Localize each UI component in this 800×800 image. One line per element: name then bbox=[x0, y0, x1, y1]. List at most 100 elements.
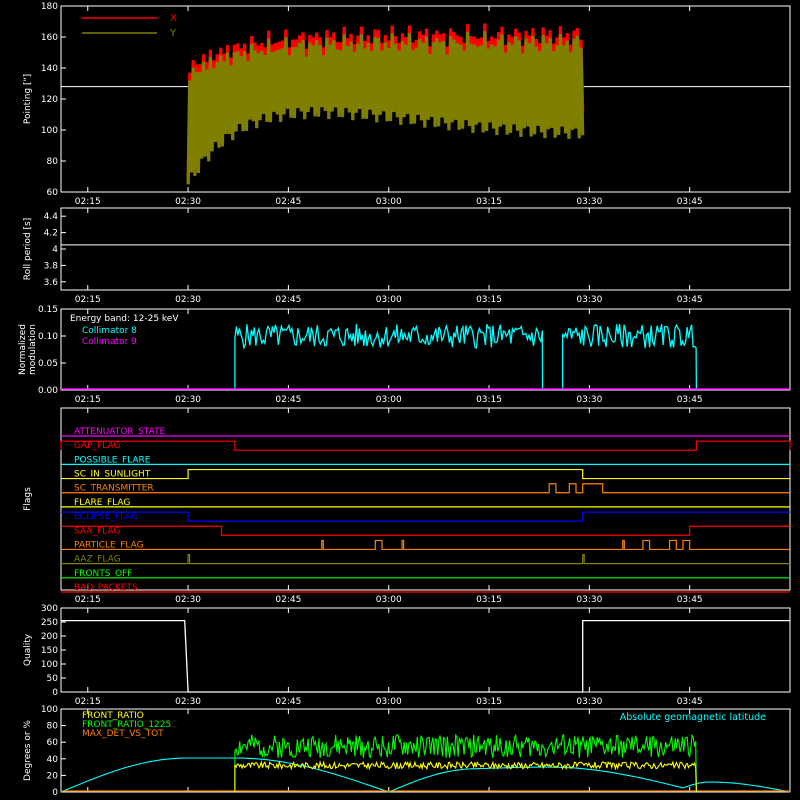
quality-ytick-label: 0 bbox=[52, 688, 58, 698]
roll-xtick-label: 02:30 bbox=[175, 295, 201, 305]
roll-xtick-label: 02:15 bbox=[75, 295, 101, 305]
flags-xtick-label: 03:45 bbox=[677, 595, 703, 605]
quality-xtick-label: 03:30 bbox=[576, 697, 602, 707]
quality-ytick-label: 50 bbox=[47, 674, 59, 684]
quality-ytick-label: 250 bbox=[41, 618, 58, 628]
modulation-series-collimator-8 bbox=[234, 323, 698, 391]
ratios-ytick-label: 60 bbox=[47, 738, 59, 748]
quality-ylabel: Quality bbox=[23, 633, 33, 666]
figure: 02:15 02:30 02:45 03:00 03:15 03:30 03:45 60 80 1… bbox=[18, 2, 791, 798]
quality-series bbox=[61, 619, 790, 693]
quality-ytick-label: 150 bbox=[41, 646, 58, 656]
modulation-xtick-label: 02:15 bbox=[75, 395, 101, 405]
flag-label: PARTICLE_FLAG bbox=[74, 540, 144, 550]
pointing-xtick-label: 02:30 bbox=[175, 197, 201, 207]
roll-frame bbox=[60, 207, 791, 291]
roll-xtick-label: 03:30 bbox=[576, 295, 602, 305]
roll-ytick-label: 3.6 bbox=[44, 278, 59, 288]
pointing-xtick-label: 02:45 bbox=[275, 197, 301, 207]
roll-ytick-label: 4.4 bbox=[44, 212, 59, 222]
flag-label: AAZ_FLAG bbox=[74, 555, 121, 565]
modulation-xtick-label: 03:45 bbox=[677, 395, 703, 405]
pointing-legend-label: Y bbox=[169, 28, 177, 39]
roll-xtick-label: 03:45 bbox=[677, 295, 703, 305]
quality-ytick-label: 300 bbox=[41, 604, 58, 614]
flags-frame bbox=[60, 407, 791, 591]
flags-xtick-label: 03:15 bbox=[476, 595, 502, 605]
modulation-xtick-label: 02:30 bbox=[175, 395, 201, 405]
quality-xtick-label: 02:15 bbox=[75, 697, 101, 707]
ratios-ytick-label: 0 bbox=[52, 788, 58, 798]
modulation-ylabel: Normalized bbox=[18, 324, 28, 375]
flags-xtick-label: 02:15 bbox=[75, 595, 101, 605]
flag-line-sc-in-sunlight bbox=[61, 468, 790, 480]
flag-line-aaz-flag bbox=[61, 554, 790, 565]
modulation-xtick-label: 02:45 bbox=[275, 395, 301, 405]
ratios-legend-label: MAX_DET_VS_TOT bbox=[82, 729, 164, 739]
flag-label: GAP_FLAG bbox=[74, 441, 120, 451]
pointing-ytick-label: 120 bbox=[41, 95, 58, 105]
quality-xtick-label: 03:00 bbox=[376, 697, 402, 707]
ratios-annotation: Absolute geomagnetic latitude bbox=[620, 712, 766, 723]
modulation-legend-label: Collimator 9 bbox=[82, 337, 137, 347]
quality-xtick-label: 03:45 bbox=[677, 697, 703, 707]
pointing-ytick-label: 160 bbox=[41, 33, 58, 43]
quality-ytick-label: 100 bbox=[41, 660, 58, 670]
modulation-ytick-label: 0.15 bbox=[38, 305, 58, 315]
pointing-ytick-label: 80 bbox=[47, 157, 59, 167]
ratios-ylabel: Degrees or % bbox=[23, 720, 33, 781]
flag-label: FLARE_FLAG bbox=[74, 498, 130, 508]
pointing-xtick-label: 02:15 bbox=[75, 197, 101, 207]
ratios-series-front-ratio-1225 bbox=[234, 733, 697, 793]
modulation-ytick-label: 0.00 bbox=[38, 386, 58, 396]
flag-label: FRONTS_OFF bbox=[74, 569, 132, 579]
pointing-ytick-label: 60 bbox=[47, 188, 59, 198]
pointing-xtick-label: 03:00 bbox=[376, 197, 402, 207]
roll-ytick-label: 3.8 bbox=[44, 261, 59, 271]
modulation-xtick-label: 03:15 bbox=[476, 395, 502, 405]
flag-line-gap-flag bbox=[60, 440, 791, 451]
modulation-legend-label: Collimator 8 bbox=[82, 326, 137, 336]
flag-label: SAA_FLAG bbox=[74, 526, 120, 536]
modulation-annotation: Energy band: 12-25 keV bbox=[70, 314, 179, 324]
flag-label: ATTENUATOR_STATE bbox=[74, 427, 166, 437]
flags-ylabel: Flags bbox=[23, 487, 33, 511]
modulation-ytick-label: 0.10 bbox=[38, 332, 58, 342]
pointing-legend-label: X bbox=[170, 13, 177, 24]
flag-line-particle-flag bbox=[61, 539, 790, 551]
modulation-ylabel: modulation bbox=[28, 324, 38, 375]
ratios-series-front-ratio bbox=[234, 760, 697, 793]
flags-xtick-label: 03:00 bbox=[376, 595, 402, 605]
flag-label: POSSIBLE_FLARE bbox=[74, 455, 151, 465]
modulation-ytick-label: 0.05 bbox=[38, 359, 58, 369]
flags-xtick-label: 02:30 bbox=[175, 595, 201, 605]
ratios-ytick-label: 100 bbox=[41, 705, 58, 715]
flag-line-eclipse-flag bbox=[61, 511, 790, 522]
pointing-ylabel: Pointing ["] bbox=[23, 74, 33, 124]
ratios-ytick-label: 40 bbox=[47, 755, 59, 765]
modulation-xtick-label: 03:30 bbox=[576, 395, 602, 405]
quality-xtick-label: 03:15 bbox=[476, 697, 502, 707]
roll-xtick-label: 03:00 bbox=[376, 295, 402, 305]
quality-ytick-label: 200 bbox=[41, 632, 58, 642]
flags-xtick-label: 02:45 bbox=[275, 595, 301, 605]
flag-label: ECLIPSE_FLAG bbox=[74, 512, 138, 522]
flags-xtick-label: 03:30 bbox=[576, 595, 602, 605]
pointing-xtick-label: 03:45 bbox=[677, 197, 703, 207]
roll-ylabel: Roll period [s] bbox=[23, 218, 33, 280]
pointing-ytick-label: 100 bbox=[41, 126, 58, 136]
flag-label: SC_IN_SUNLIGHT bbox=[74, 470, 151, 480]
quality-xtick-label: 02:30 bbox=[175, 697, 201, 707]
flag-line-saa-flag bbox=[61, 525, 790, 536]
pointing-xtick-label: 03:30 bbox=[576, 197, 602, 207]
ratios-series-geomagnetic-latitude bbox=[60, 757, 791, 793]
roll-ytick-label: 4 bbox=[52, 245, 58, 255]
pointing-ytick-label: 180 bbox=[41, 2, 58, 12]
roll-xtick-label: 03:15 bbox=[476, 295, 502, 305]
quality-xtick-label: 02:45 bbox=[275, 697, 301, 707]
pointing-ytick-label: 140 bbox=[41, 64, 58, 74]
modulation-xtick-label: 03:00 bbox=[376, 395, 402, 405]
ratios-ytick-label: 80 bbox=[47, 722, 59, 732]
roll-ytick-label: 4.2 bbox=[44, 229, 58, 239]
ratios-ytick-label: 20 bbox=[47, 771, 59, 781]
